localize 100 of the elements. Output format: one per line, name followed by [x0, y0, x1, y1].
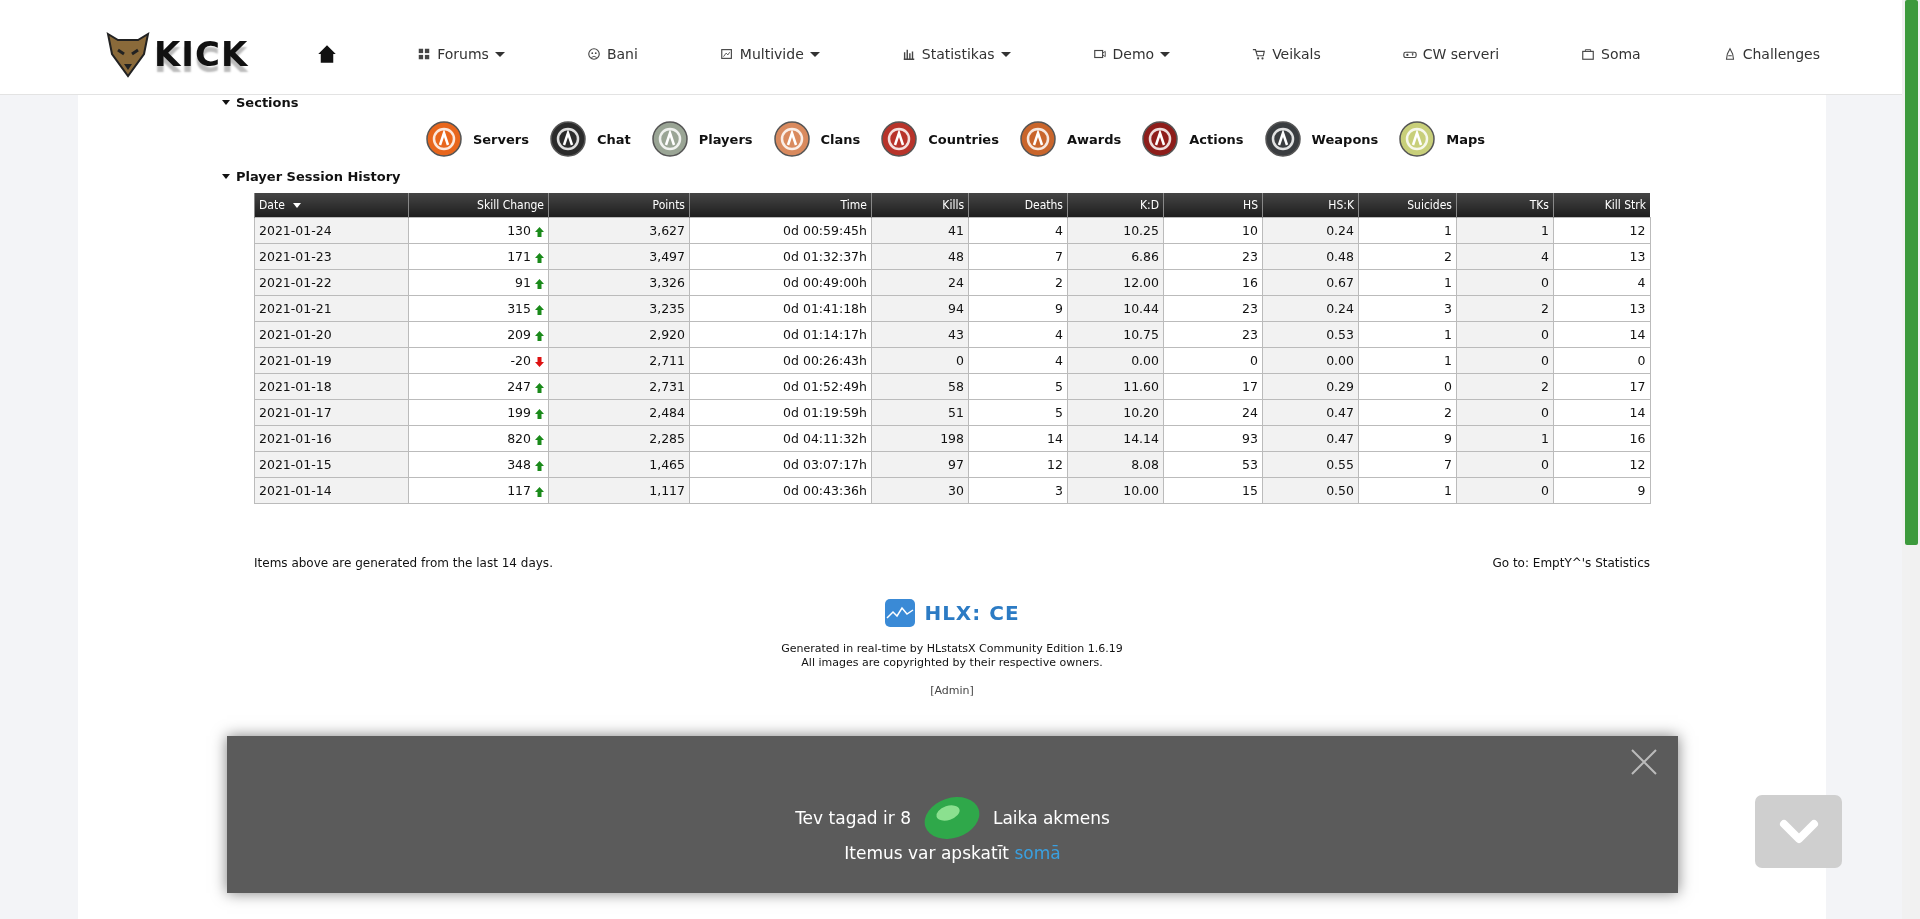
table-cell: 0.00	[1262, 347, 1359, 374]
table-cell: 0	[1456, 347, 1554, 374]
table-cell: 5	[968, 399, 1068, 426]
table-cell: 13	[1553, 295, 1650, 322]
table-cell: 51	[871, 399, 969, 426]
section-heading[interactable]: Sections	[236, 94, 299, 110]
popup-text: Laika akmens	[992, 807, 1110, 828]
section-link[interactable]: Awards	[1018, 120, 1122, 158]
nav-dropdown[interactable]: Demo	[1092, 46, 1171, 62]
table-cell: 12	[1553, 217, 1650, 244]
table-cell: 0	[1456, 477, 1554, 504]
table-cell: 2,711	[548, 347, 690, 374]
section-link[interactable]: Countries	[880, 120, 999, 158]
table-cell: 0	[1358, 373, 1457, 400]
table-cell: 0d 00:49:00h	[689, 269, 872, 296]
table-cell: 2,285	[548, 425, 690, 452]
column-header[interactable]: K:D	[1067, 193, 1164, 218]
table-cell: 14	[1553, 399, 1650, 426]
table-cell: 23	[1163, 295, 1263, 322]
table-cell: 2021-01-24	[254, 217, 409, 244]
site-logo-text[interactable]: KICK	[154, 34, 249, 74]
table-cell: 0d 00:26:43h	[689, 347, 872, 374]
column-header[interactable]: Kill Strk	[1553, 193, 1650, 218]
table-cell: 13	[1553, 243, 1650, 270]
table-cell: 7	[1358, 451, 1457, 478]
table-cell: 3	[1358, 295, 1457, 322]
table-cell: 2021-01-18	[254, 373, 409, 400]
table-cell: 4	[968, 347, 1068, 374]
table-cell: 3,497	[548, 243, 690, 270]
info-text: Items above are generated from the last 14 days.	[254, 556, 553, 570]
table-cell: 0.48	[1262, 243, 1359, 270]
column-header[interactable]: Skill Change	[408, 193, 549, 218]
section-link[interactable]: Maps	[1398, 120, 1486, 158]
table-cell: 1,465	[548, 451, 690, 478]
nav-dropdown[interactable]: Forums	[417, 46, 505, 62]
table-cell: -20	[408, 347, 549, 374]
table-cell: 0.55	[1262, 451, 1359, 478]
table-cell: 2,731	[548, 373, 690, 400]
nav-link[interactable]: Soma	[1581, 46, 1641, 62]
table-cell: 91	[408, 269, 549, 296]
table-cell: 24	[871, 269, 969, 296]
column-header[interactable]: Time	[689, 193, 872, 218]
table-cell: 0d 00:43:36h	[689, 477, 872, 504]
table-cell: 7	[968, 243, 1068, 270]
nav-link[interactable]: Veikals	[1252, 46, 1321, 62]
table-cell: 0d 01:19:59h	[689, 399, 872, 426]
table-cell: 0.67	[1262, 269, 1359, 296]
column-header[interactable]: Kills	[871, 193, 969, 218]
table-cell: 130	[408, 217, 549, 244]
nav-dropdown[interactable]: Statistikas	[901, 46, 1011, 62]
section-link[interactable]: Actions	[1141, 120, 1244, 158]
table-cell: 0.47	[1262, 399, 1359, 426]
section-link[interactable]: Chat	[548, 120, 631, 158]
table-cell: 43	[871, 321, 969, 348]
section-link[interactable]: Weapons	[1263, 120, 1379, 158]
nav-link[interactable]: Bani	[586, 46, 638, 62]
column-header[interactable]: HS:K	[1262, 193, 1359, 218]
table-cell: 10.44	[1067, 295, 1164, 322]
section-heading[interactable]: Player Session History	[236, 168, 401, 184]
table-cell: 0d 01:41:18h	[689, 295, 872, 322]
table-cell: 2	[1358, 243, 1457, 270]
table-cell: 16	[1163, 269, 1263, 296]
table-cell: 14	[1553, 321, 1650, 348]
table-cell: 2	[968, 269, 1068, 296]
nav-link[interactable]: Challenges	[1722, 46, 1820, 62]
table-cell: 1	[1456, 217, 1554, 244]
table-cell: 9	[1553, 477, 1650, 504]
table-cell: 0.50	[1262, 477, 1359, 504]
table-cell: 10.00	[1067, 477, 1164, 504]
nav-link[interactable]: CW serveri	[1402, 46, 1500, 62]
admin-link[interactable]: [Admin]	[930, 684, 974, 698]
footer-text: Generated in real-time by HLstatsX Community Edition 1.6.19	[781, 642, 1123, 656]
table-cell: 53	[1163, 451, 1263, 478]
section-link[interactable]: Clans	[772, 120, 861, 158]
section-link[interactable]: Players	[650, 120, 753, 158]
nav-dropdown[interactable]: Multivide	[719, 46, 820, 62]
statistics-link[interactable]: Go to: EmptY^'s Statistics	[1492, 556, 1650, 570]
column-header[interactable]: Suicides	[1358, 193, 1457, 218]
table-cell: 0	[871, 347, 969, 374]
table-cell: 2	[1456, 295, 1554, 322]
table-cell: 315	[408, 295, 549, 322]
table-cell: 2021-01-21	[254, 295, 409, 322]
column-header[interactable]: HS	[1163, 193, 1263, 218]
table-cell: 1,117	[548, 477, 690, 504]
table-cell: 0d 01:52:49h	[689, 373, 872, 400]
table-cell: 6.86	[1067, 243, 1164, 270]
table-cell: 2021-01-22	[254, 269, 409, 296]
table-cell: 0	[1456, 451, 1554, 478]
column-header[interactable]: Date	[254, 193, 409, 218]
column-header[interactable]: Points	[548, 193, 690, 218]
section-link[interactable]: Servers	[424, 120, 529, 158]
column-header[interactable]: Deaths	[968, 193, 1068, 218]
column-header[interactable]: TKs	[1456, 193, 1554, 218]
table-cell: 1	[1456, 425, 1554, 452]
table-cell: 3,627	[548, 217, 690, 244]
table-cell: 11.60	[1067, 373, 1164, 400]
table-cell: 0.29	[1262, 373, 1359, 400]
table-cell: 3,235	[548, 295, 690, 322]
table-cell: 10.20	[1067, 399, 1164, 426]
table-cell: 0	[1553, 347, 1650, 374]
